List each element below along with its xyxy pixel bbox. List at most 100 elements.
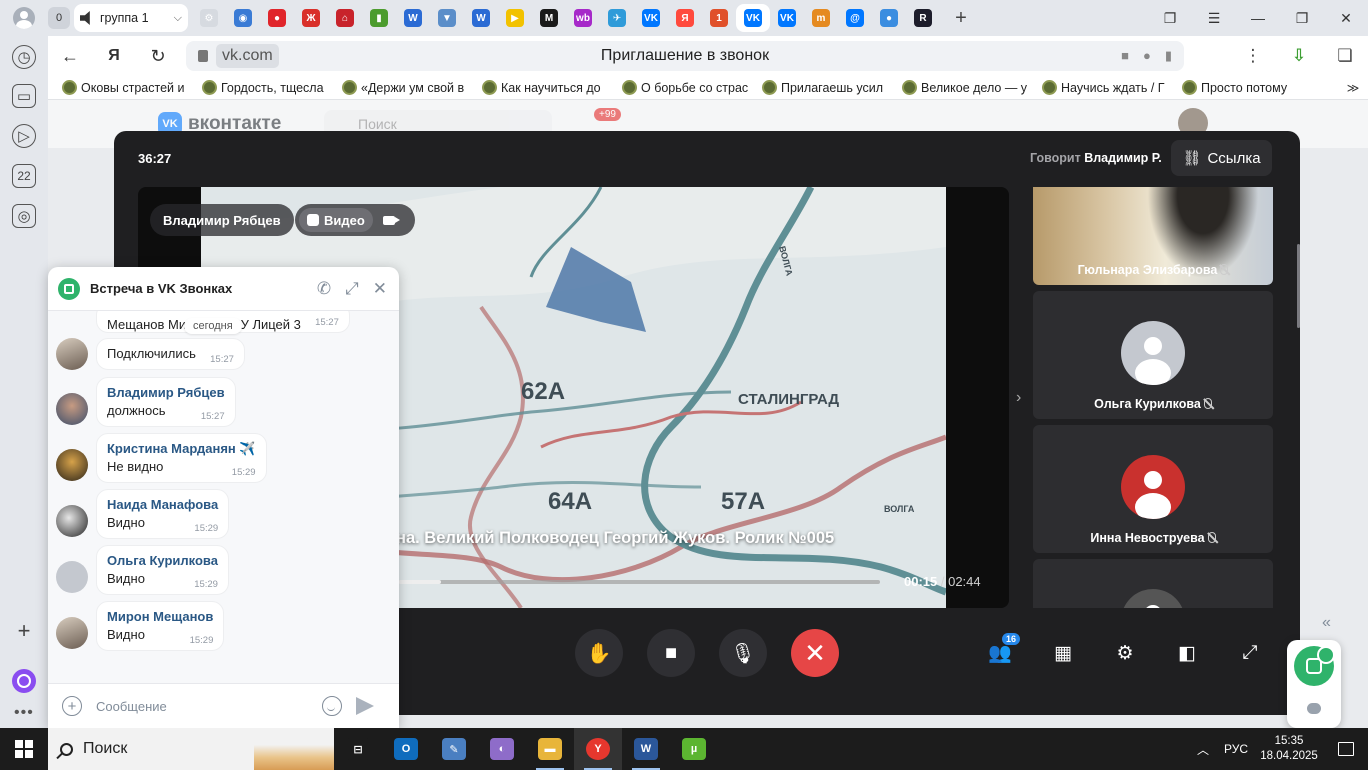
minimize-button[interactable]: — (1236, 10, 1280, 26)
taskbar-app-utorrent[interactable]: µ (670, 728, 718, 770)
wb-tab[interactable]: wb (566, 4, 600, 32)
reload-button[interactable]: ↻ (136, 46, 180, 67)
alice-icon[interactable] (12, 669, 36, 693)
message-input[interactable] (96, 698, 316, 714)
more-menu-icon[interactable]: ⋮ (1230, 46, 1276, 66)
taskbar-app-paint-app[interactable]: ✎ (430, 728, 478, 770)
blue-w2-tab[interactable]: W (464, 4, 498, 32)
video-progress-bar[interactable] (398, 580, 880, 584)
collapse-icon[interactable]: « (1322, 614, 1331, 632)
bookmark-item[interactable]: «Держи ум свой в (342, 80, 482, 95)
history-icon[interactable]: ◷ (12, 45, 36, 69)
menu-icon[interactable]: ☰ (1192, 10, 1236, 27)
bookmark-item[interactable]: Научись ждать / Г (1042, 80, 1182, 95)
calendar-icon[interactable]: 22 (12, 164, 36, 188)
mic-permission-icon[interactable]: ● (1143, 48, 1151, 64)
close-window-button[interactable]: ✕ (1324, 10, 1368, 27)
taskbar-search[interactable]: Поиск (48, 728, 334, 770)
extensions-icon[interactable]: ❏ (1322, 46, 1368, 66)
attach-icon[interactable]: + (62, 696, 82, 716)
bookmark-icon[interactable]: ▮ (1165, 48, 1172, 64)
bookmark-item[interactable]: Гордость, тщесла (202, 80, 342, 95)
more-dots-icon[interactable]: ••• (14, 704, 34, 722)
call-phone-icon[interactable] (1317, 646, 1335, 664)
end-call-button[interactable]: ✕ (791, 629, 839, 677)
chat-bubble-icon[interactable] (1307, 703, 1321, 714)
yandex-tab[interactable]: Я (668, 4, 702, 32)
start-button[interactable] (0, 728, 48, 770)
yellow-play-tab[interactable]: ▶ (498, 4, 532, 32)
taskbar-app-outlook[interactable]: O (382, 728, 430, 770)
bookmarks-more-button[interactable]: ≫ (1338, 81, 1368, 95)
layout-button[interactable]: ◧ (1173, 639, 1201, 667)
vk-tab-3[interactable]: VK (770, 4, 804, 32)
clock[interactable]: 15:35 18.04.2025 (1254, 734, 1324, 764)
screenshot-icon[interactable]: ◎ (12, 204, 36, 228)
blue-w-tab[interactable]: W (396, 4, 430, 32)
chevron-down-icon[interactable]: ⌵ (174, 12, 182, 25)
back-button[interactable]: ← (48, 46, 92, 67)
video-toggle[interactable]: Видео (299, 208, 373, 232)
expand-icon[interactable]: ⤢ (345, 279, 359, 299)
r-tab[interactable]: R (906, 4, 940, 32)
user-avatar[interactable] (56, 338, 88, 370)
settings-tab[interactable]: ⚙ (192, 4, 226, 32)
close-icon[interactable]: ✕ (373, 279, 387, 299)
message-author[interactable]: Ольга Курилкова (107, 552, 218, 570)
user-avatar[interactable] (56, 449, 88, 481)
red-grid-tab[interactable]: Ж (294, 4, 328, 32)
camera-permission-icon[interactable]: ■ (1121, 48, 1129, 64)
message-author[interactable]: Мирон Мещанов (107, 608, 213, 626)
new-tab-button[interactable]: + (948, 5, 974, 31)
raise-hand-button[interactable]: ✋ (575, 629, 623, 677)
settings-button[interactable]: ⚙ (1111, 639, 1139, 667)
microphone-button[interactable]: 🎙 (719, 629, 767, 677)
phone-icon[interactable]: ✆ (317, 279, 331, 299)
taskbar-app-word[interactable]: W (622, 728, 670, 770)
plane-tab[interactable]: ✈ (600, 4, 634, 32)
play-icon[interactable]: ▷ (12, 124, 36, 148)
camera-icon[interactable] (382, 215, 400, 225)
bookmark-item[interactable]: Прилагаешь усил (762, 80, 902, 95)
news-tab[interactable]: 1 (702, 4, 736, 32)
tiles-scrollbar[interactable] (1297, 244, 1300, 328)
maximize-button[interactable]: ❐ (1280, 10, 1324, 27)
participant-tile[interactable]: Гюльнара Элизбарова (1033, 187, 1273, 285)
bookmark-item[interactable]: Великое дело — у (902, 80, 1042, 95)
taskbar-app-yandex-browser[interactable]: Y (574, 728, 622, 770)
user-avatar[interactable] (56, 617, 88, 649)
download-icon[interactable]: ⇩ (1276, 46, 1322, 66)
notifications-icon[interactable] (1324, 728, 1368, 770)
bookmark-item[interactable]: Просто потому (1182, 80, 1322, 95)
participant-tile[interactable]: Ольга Курилкова (1033, 291, 1273, 419)
mail-tab[interactable]: @ (838, 4, 872, 32)
home-tab[interactable]: ⌂ (328, 4, 362, 32)
send-icon[interactable] (356, 697, 374, 715)
vk-notifications-badge[interactable]: +99 (594, 108, 621, 121)
video-source-pill[interactable]: Видео (295, 204, 415, 236)
copy-link-button[interactable]: ⛓ Ссылка (1171, 140, 1272, 176)
red-circle-tab[interactable]: ● (260, 4, 294, 32)
tab-counter[interactable]: 0 (48, 7, 70, 29)
profile-button[interactable] (0, 0, 48, 36)
green-tab[interactable]: ▮ (362, 4, 396, 32)
participants-button[interactable]: 👥 16 (986, 633, 1021, 667)
address-bar[interactable]: vk.com Приглашение в звонок ■ ● ▮ (186, 41, 1184, 71)
taskbar-app-file-explorer[interactable]: ▬ (526, 728, 574, 770)
camera-button[interactable]: ■ (647, 629, 695, 677)
bubble-tab[interactable]: ● (872, 4, 906, 32)
taskbar-app-paint3d[interactable]: ◐ (478, 728, 526, 770)
chevron-up-icon[interactable]: ︿ (1188, 741, 1218, 758)
grid-view-button[interactable]: ▦ (1049, 639, 1077, 667)
address-domain[interactable]: vk.com (216, 44, 279, 68)
bookmark-item[interactable]: Оковы страстей и (62, 80, 202, 95)
user-avatar[interactable] (56, 393, 88, 425)
fullscreen-button[interactable]: ⤢ (1236, 639, 1264, 667)
chat-messages[interactable]: Мещанов Мирон МОБУ Лицей 3 15:27 сегодня… (48, 311, 399, 683)
input-language[interactable]: РУС (1218, 742, 1254, 756)
participant-tile[interactable] (1033, 559, 1273, 608)
m-tab[interactable]: M (532, 4, 566, 32)
message-author[interactable]: Владимир Рябцев (107, 384, 225, 402)
lock-icon[interactable] (198, 50, 208, 62)
user-avatar[interactable] (56, 505, 88, 537)
